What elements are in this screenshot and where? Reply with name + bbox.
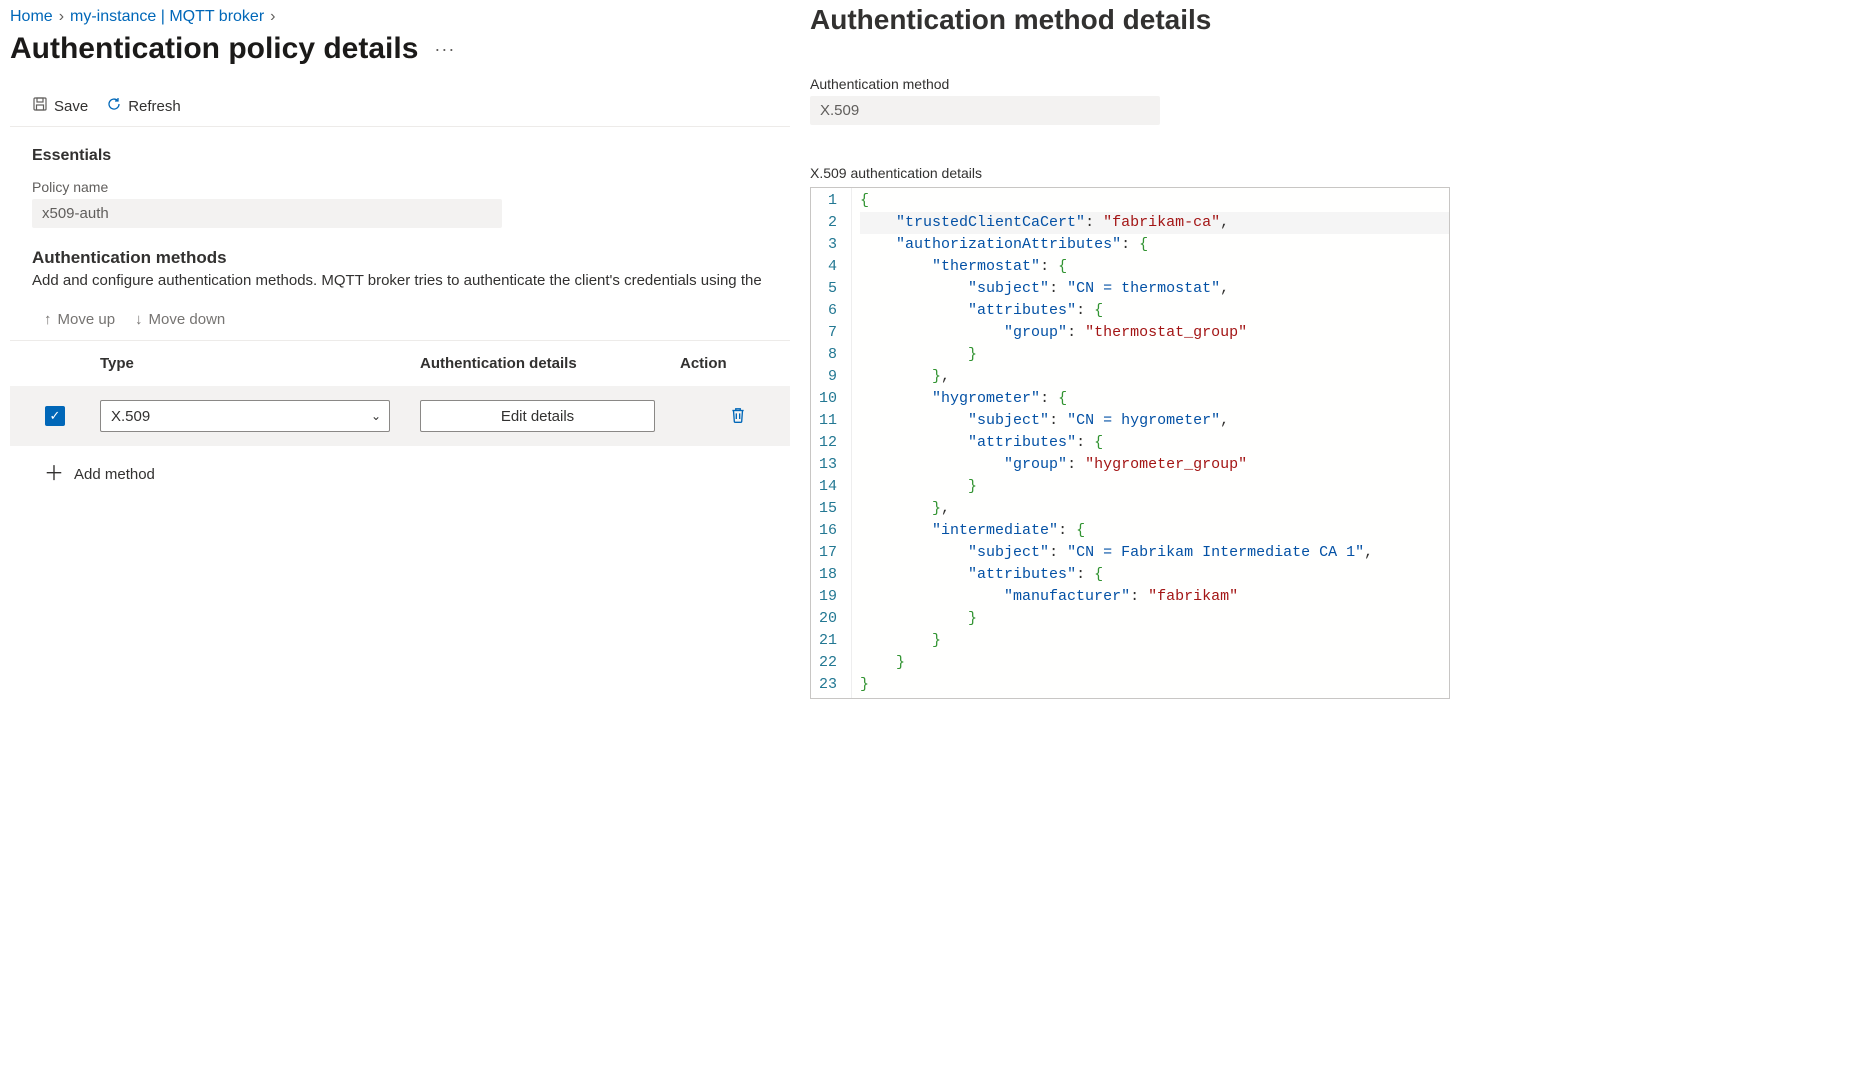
json-editor[interactable]: 1234567891011121314151617181920212223 { … — [810, 187, 1450, 699]
save-button[interactable]: Save — [32, 96, 88, 116]
edit-details-label: Edit details — [501, 408, 574, 425]
policy-name-value: x509-auth — [32, 199, 502, 228]
auth-method-label: Authentication method — [810, 76, 1858, 96]
type-dropdown-value: X.509 — [111, 408, 150, 425]
chevron-right-icon: › — [270, 8, 275, 26]
type-dropdown[interactable]: X.509 ⌄ — [100, 400, 390, 432]
table-row: ✓ X.509 ⌄ Edit details — [10, 386, 790, 446]
move-up-label: Move up — [58, 311, 116, 328]
more-actions-icon[interactable]: ··· — [434, 39, 455, 60]
refresh-icon — [106, 96, 122, 116]
breadcrumb-home[interactable]: Home — [10, 8, 53, 26]
policy-name-label: Policy name — [10, 179, 790, 199]
chevron-right-icon: › — [59, 8, 64, 26]
save-label: Save — [54, 98, 88, 115]
move-down-button[interactable]: ↓ Move down — [135, 311, 225, 328]
move-up-button[interactable]: ↑ Move up — [44, 311, 115, 328]
arrow-up-icon: ↑ — [44, 311, 52, 328]
add-method-button[interactable]: ＋ Add method — [10, 446, 790, 484]
col-auth-details: Authentication details — [420, 355, 680, 372]
add-method-label: Add method — [74, 466, 155, 483]
breadcrumb-instance[interactable]: my-instance | MQTT broker — [70, 8, 264, 26]
move-down-label: Move down — [149, 311, 226, 328]
breadcrumb: Home › my-instance | MQTT broker › — [10, 0, 790, 28]
col-type: Type — [100, 355, 420, 372]
methods-table: Type Authentication details Action ✓ X.5… — [10, 341, 790, 446]
row-checkbox[interactable]: ✓ — [45, 406, 65, 426]
delete-row-button[interactable] — [680, 406, 790, 427]
x509-details-label: X.509 authentication details — [810, 165, 1858, 187]
plus-icon: ＋ — [44, 464, 64, 484]
auth-methods-heading: Authentication methods — [10, 248, 790, 272]
save-icon — [32, 96, 48, 116]
auth-method-value: X.509 — [810, 96, 1160, 125]
chevron-down-icon: ⌄ — [371, 409, 381, 423]
auth-methods-desc: Add and configure authentication methods… — [10, 272, 790, 307]
essentials-heading: Essentials — [10, 147, 790, 179]
edit-details-button[interactable]: Edit details — [420, 400, 655, 432]
refresh-label: Refresh — [128, 98, 181, 115]
arrow-down-icon: ↓ — [135, 311, 143, 328]
refresh-button[interactable]: Refresh — [106, 96, 181, 116]
line-gutter: 1234567891011121314151617181920212223 — [811, 188, 852, 698]
toolbar: Save Refresh — [10, 86, 790, 127]
col-action: Action — [680, 355, 790, 372]
page-title: Authentication policy details — [10, 32, 418, 66]
trash-icon — [729, 406, 747, 427]
code-body[interactable]: { "trustedClientCaCert": "fabrikam-ca", … — [852, 188, 1449, 698]
right-panel-title: Authentication method details — [810, 0, 1858, 76]
